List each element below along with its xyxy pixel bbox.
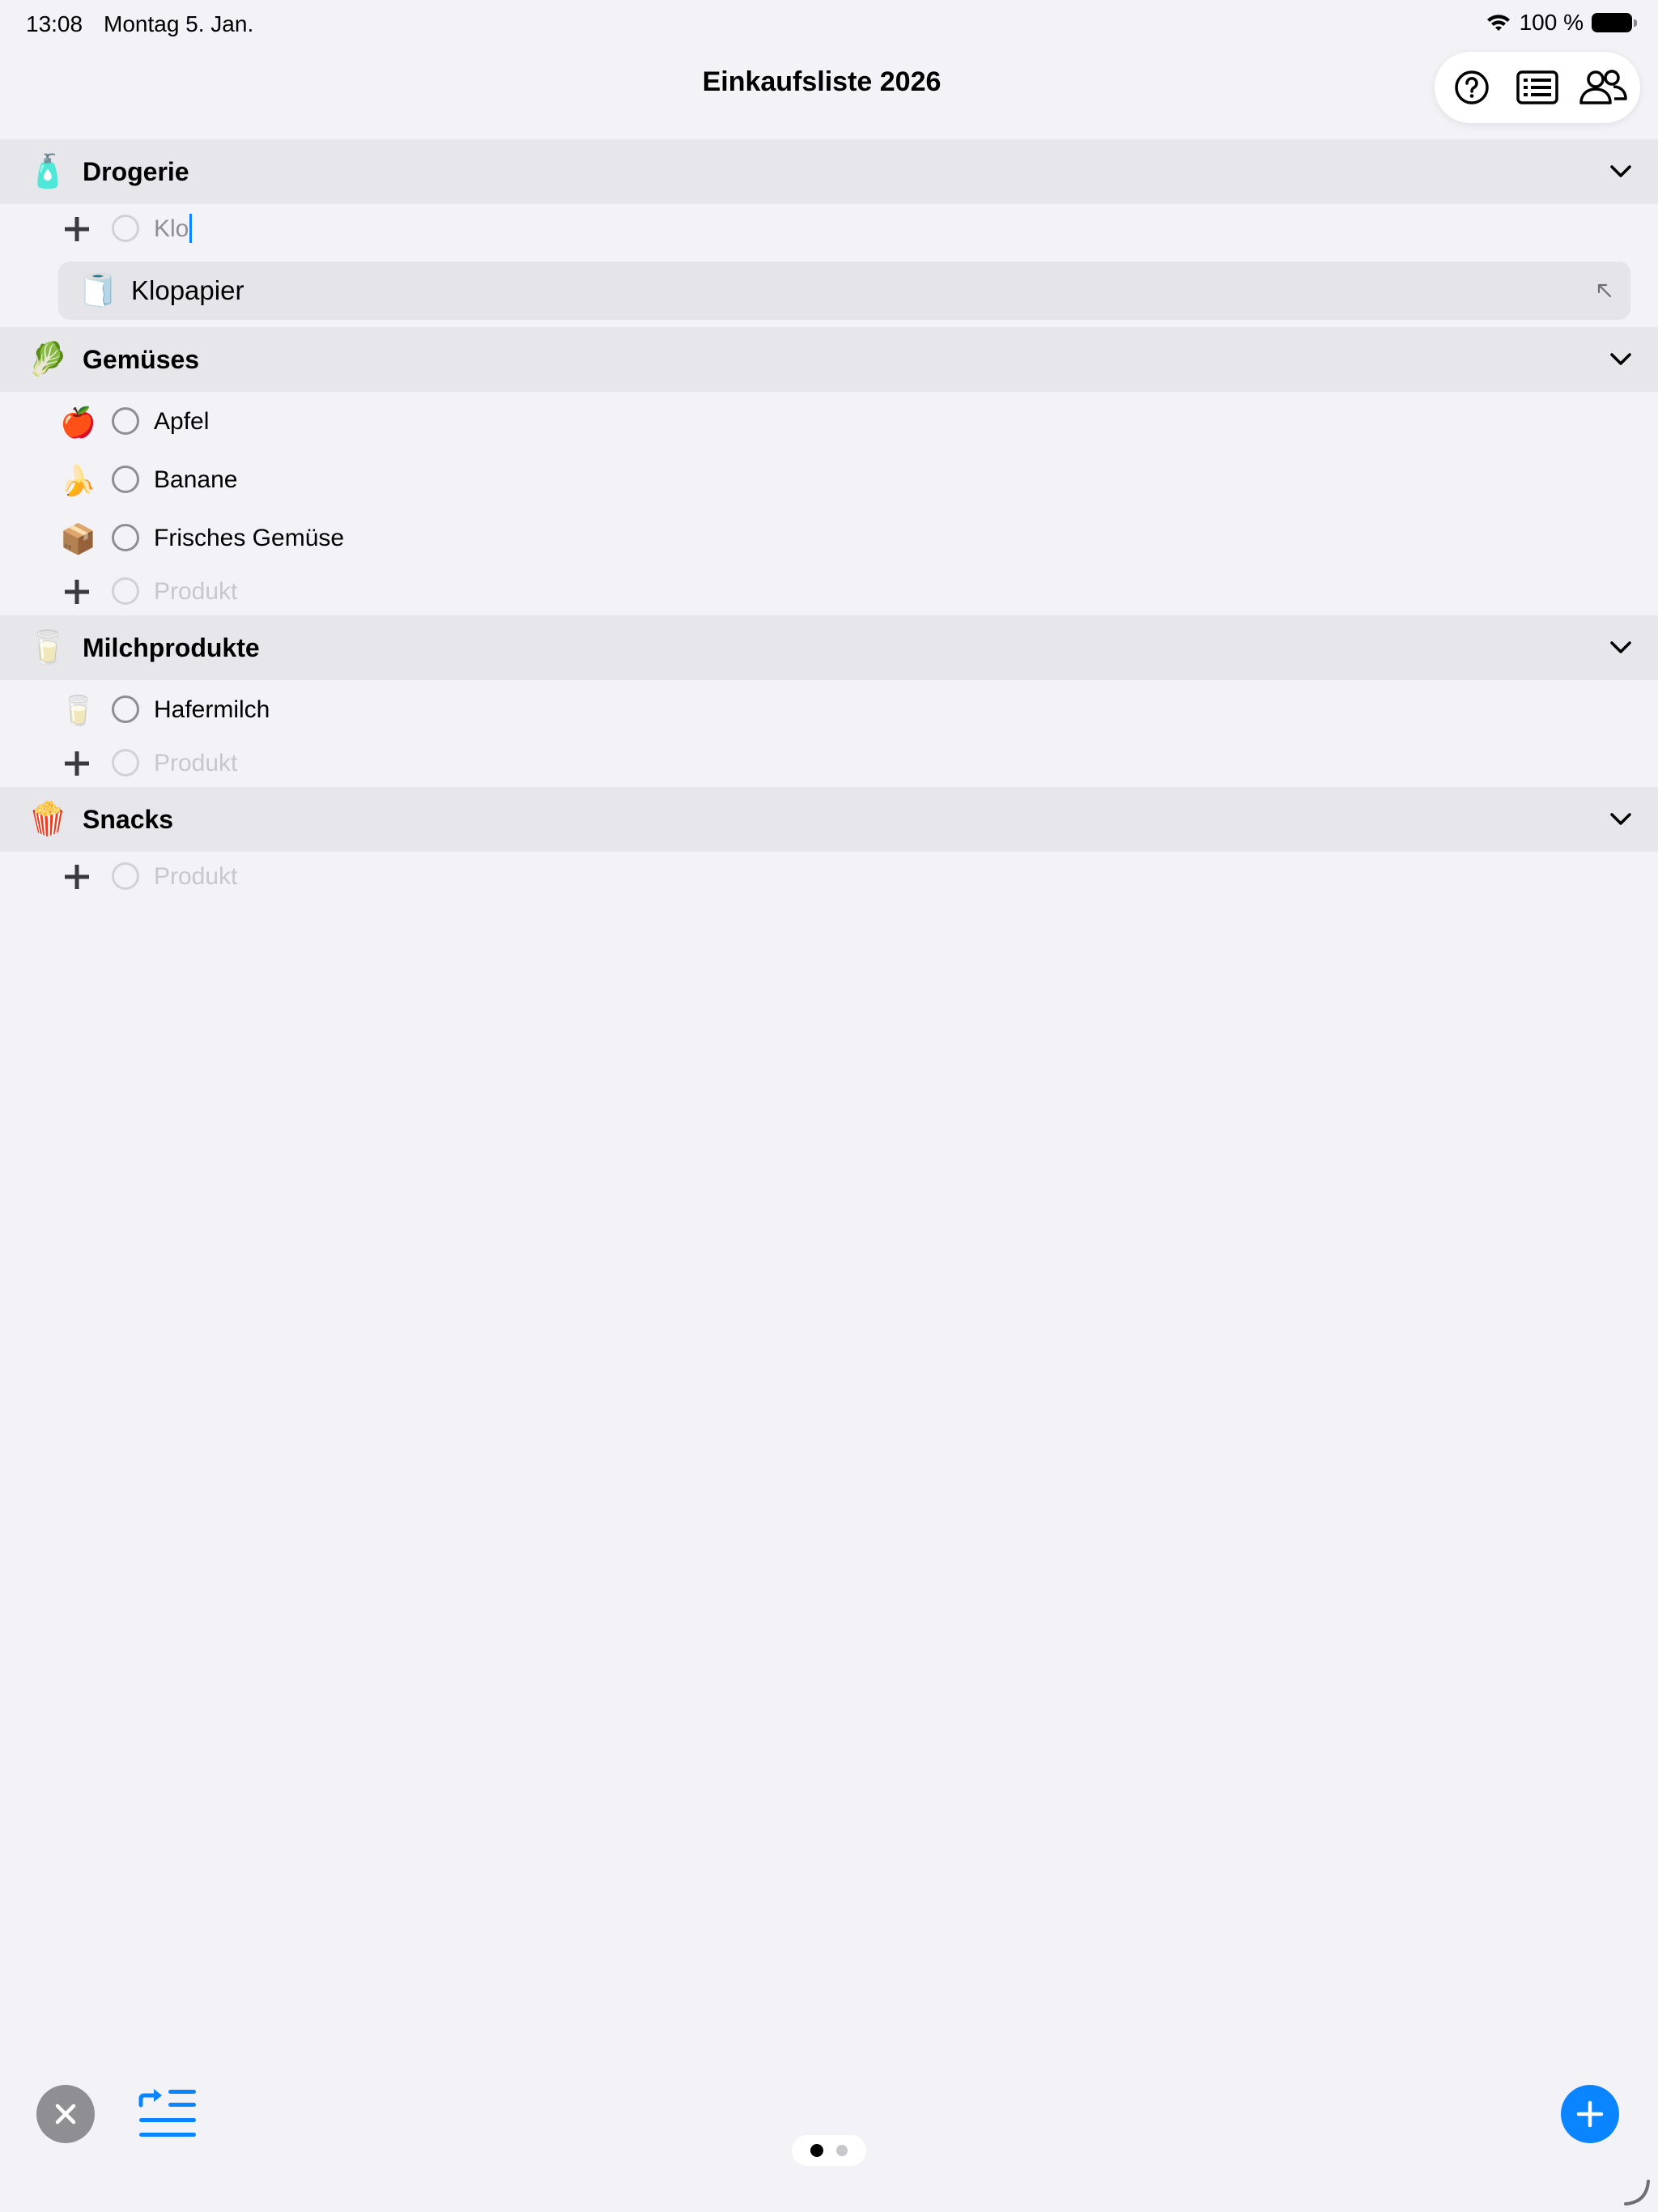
plus-icon[interactable] <box>63 578 91 606</box>
section-header-gemuese[interactable]: 🥬 Gemüses <box>0 327 1658 392</box>
chevron-down-icon[interactable] <box>1606 805 1635 834</box>
status-indicators: 100 % <box>1486 10 1637 36</box>
new-item-row: Klo <box>0 201 1658 256</box>
section-emoji: 🥬 <box>28 342 68 377</box>
list-item[interactable]: 📦 Frisches Gemüse <box>0 510 1658 565</box>
checkbox[interactable] <box>112 862 139 890</box>
section-title: Drogerie <box>83 157 189 186</box>
section-title: Gemüses <box>83 345 200 374</box>
help-button[interactable] <box>1443 59 1500 116</box>
suggestion-emoji: 🧻 <box>78 273 118 308</box>
page-title: Einkaufsliste 2026 <box>702 66 942 97</box>
status-date: Montag 5. Jan. <box>104 11 254 36</box>
item-emoji: 📦 <box>60 522 96 555</box>
page-indicator[interactable] <box>792 2135 866 2166</box>
chevron-down-icon[interactable] <box>1606 633 1635 662</box>
move-list-icon <box>138 2089 196 2137</box>
new-item-input[interactable]: Klo <box>154 214 193 245</box>
new-item-input[interactable]: Produkt <box>154 576 237 607</box>
section-emoji: 🍿 <box>28 802 68 837</box>
wifi-icon <box>1486 15 1510 31</box>
close-button[interactable] <box>36 2085 95 2143</box>
plus-icon <box>1576 2100 1604 2128</box>
resize-handle-icon[interactable] <box>1622 2178 1652 2207</box>
checkbox[interactable] <box>112 524 139 551</box>
item-label: Apfel <box>154 408 210 435</box>
section-header-snacks[interactable]: 🍿 Snacks <box>0 787 1658 852</box>
checkbox[interactable] <box>112 466 139 493</box>
section-header-drogerie[interactable]: 🧴 Drogerie <box>0 139 1658 204</box>
item-emoji: 🍌 <box>60 464 96 497</box>
section-title: Snacks <box>83 805 174 834</box>
people-icon <box>1579 70 1627 104</box>
page-dot-active <box>810 2144 823 2157</box>
list-item[interactable]: 🥛 Hafermilch <box>0 682 1658 737</box>
arrow-up-left-icon <box>1597 283 1612 298</box>
checkbox[interactable] <box>112 577 139 605</box>
suggestion-label: Klopapier <box>131 275 244 305</box>
move-items-button[interactable] <box>138 2087 198 2142</box>
battery-icon <box>1592 13 1637 32</box>
toolbar-pill <box>1435 52 1640 123</box>
section-title: Milchprodukte <box>83 633 260 662</box>
new-item-input[interactable]: Produkt <box>154 861 237 892</box>
checkbox[interactable] <box>112 407 139 435</box>
new-item-row: Produkt <box>0 735 1658 790</box>
status-time: 13:08 <box>26 11 83 36</box>
chevron-down-icon[interactable] <box>1606 345 1635 374</box>
share-people-button[interactable] <box>1575 59 1631 116</box>
new-item-row: Produkt <box>0 849 1658 904</box>
list-item[interactable]: 🍌 Banane <box>0 452 1658 507</box>
section-emoji: 🧴 <box>28 154 68 189</box>
item-emoji: 🥛 <box>60 694 96 727</box>
section-header-milchprodukte[interactable]: 🥛 Milchprodukte <box>0 615 1658 680</box>
list-view-button[interactable] <box>1509 59 1566 116</box>
autocomplete-suggestion[interactable]: 🧻 Klopapier <box>58 262 1630 320</box>
section-emoji: 🥛 <box>28 630 68 666</box>
chevron-down-icon[interactable] <box>1606 157 1635 186</box>
item-label: Banane <box>154 466 238 493</box>
battery-percent: 100 % <box>1519 10 1584 35</box>
checkbox[interactable] <box>112 696 139 723</box>
help-icon <box>1455 70 1490 104</box>
plus-icon[interactable] <box>63 215 91 243</box>
add-button[interactable] <box>1561 2085 1619 2143</box>
item-label: Frisches Gemüse <box>154 525 345 551</box>
new-item-input[interactable]: Produkt <box>154 748 237 779</box>
text-caret <box>189 214 193 243</box>
plus-icon[interactable] <box>63 750 91 777</box>
close-icon <box>55 2104 76 2125</box>
new-item-row: Produkt <box>0 564 1658 619</box>
status-bar: 13:08 Montag 5. Jan. 100 % <box>0 0 1658 52</box>
checkbox[interactable] <box>112 215 139 242</box>
page-dot <box>836 2145 848 2156</box>
list-icon <box>1516 70 1558 104</box>
list-item[interactable]: 🍎 Apfel <box>0 393 1658 449</box>
item-emoji: 🍎 <box>60 406 96 439</box>
checkbox[interactable] <box>112 749 139 776</box>
plus-icon[interactable] <box>63 863 91 891</box>
item-label: Hafermilch <box>154 696 270 723</box>
